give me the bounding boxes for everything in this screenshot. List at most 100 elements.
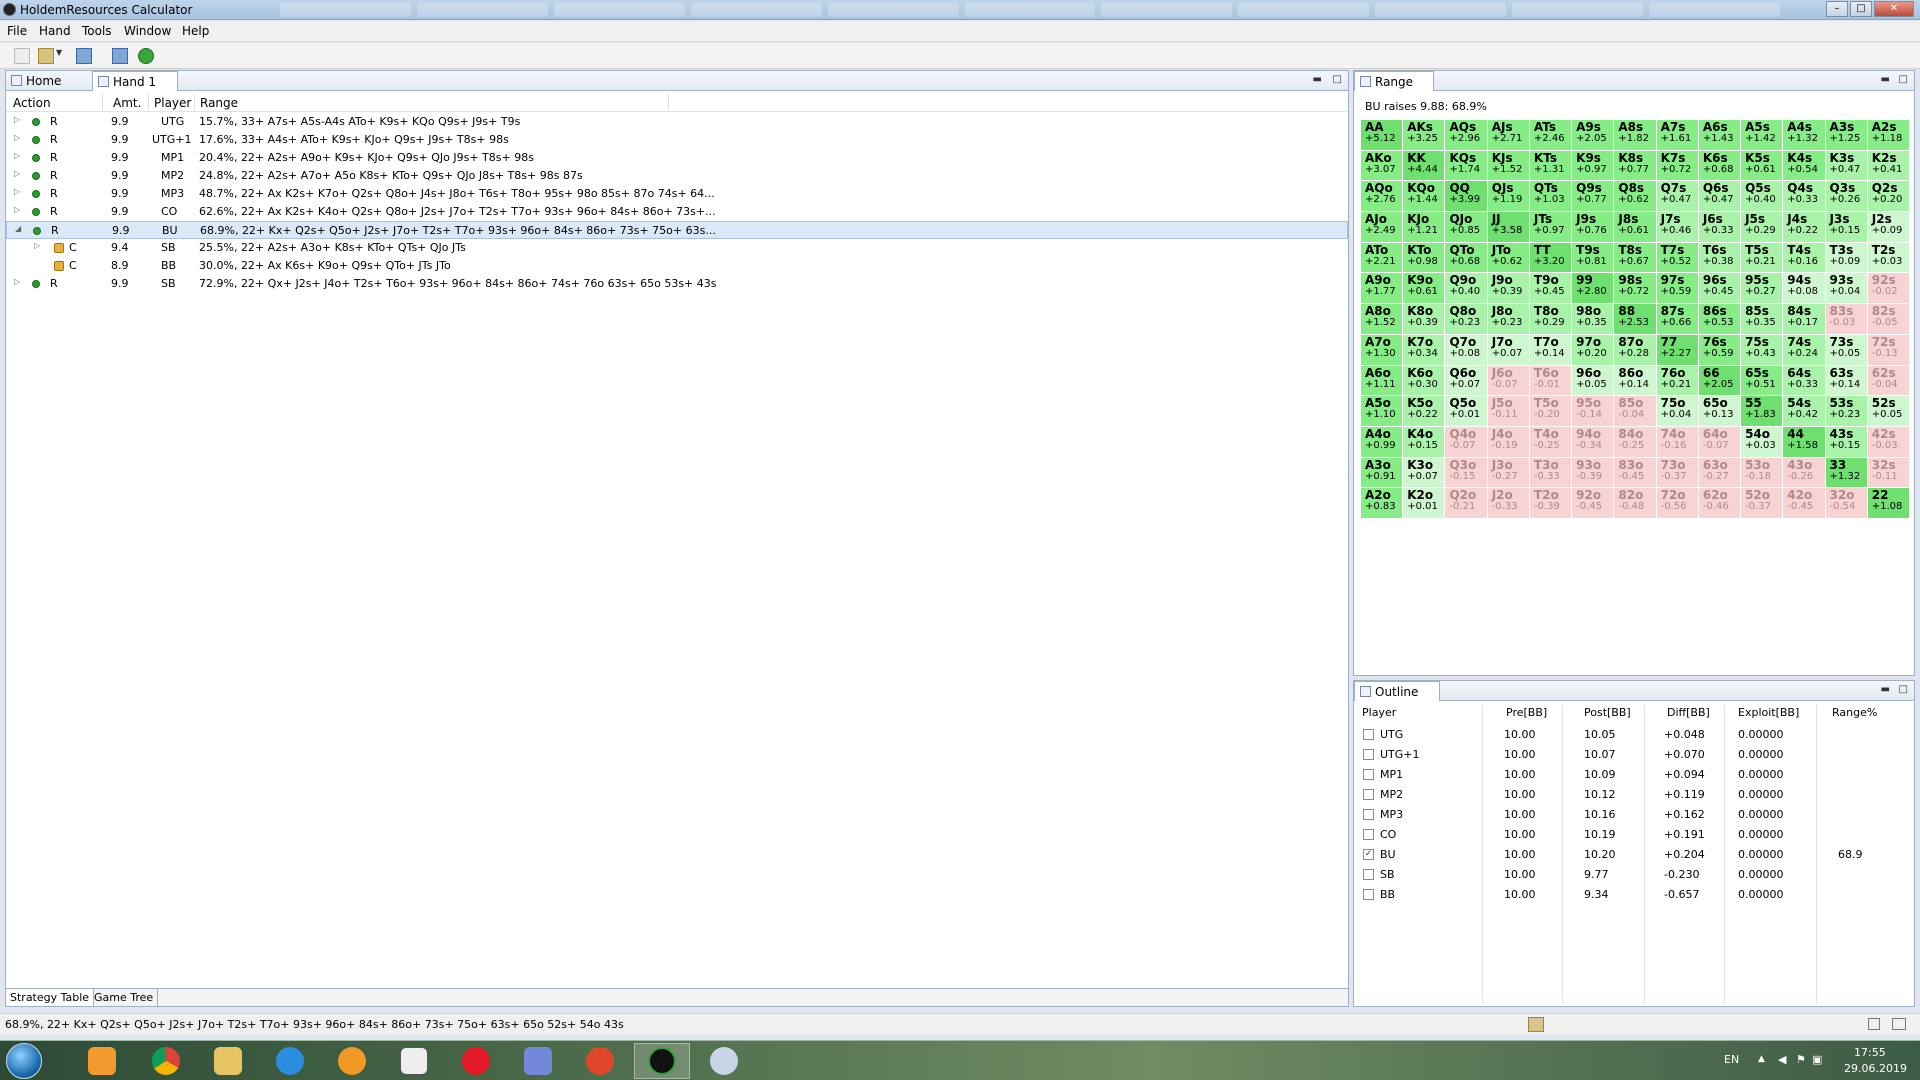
export-icon[interactable] <box>112 48 128 64</box>
col-amt[interactable]: Amt. <box>113 96 141 110</box>
maximize-button[interactable]: □ <box>1850 1 1872 17</box>
tab-outline[interactable]: Outline <box>1354 681 1440 701</box>
hand-cell[interactable]: KJs +1.52 <box>1487 150 1529 181</box>
opera-app[interactable] <box>448 1043 504 1079</box>
restore-icon[interactable] <box>1868 1018 1880 1030</box>
col-player[interactable]: Player <box>154 96 191 110</box>
hand-cell[interactable]: 42s -0.03 <box>1867 426 1909 457</box>
hand-cell[interactable]: 52s +0.05 <box>1867 396 1909 426</box>
hand-cell[interactable]: 74o -0.16 <box>1656 426 1698 457</box>
hand-cell[interactable]: Q5o +0.01 <box>1445 396 1487 426</box>
hand-cell[interactable]: J9o +0.39 <box>1487 273 1529 304</box>
hand-cell[interactable]: 54o +0.03 <box>1741 426 1783 457</box>
hand-cell[interactable]: QTs +1.03 <box>1529 181 1572 212</box>
hand-cell[interactable]: K4s +0.54 <box>1783 150 1825 181</box>
maximize-view-icon[interactable]: □ <box>1899 74 1908 85</box>
hand-cell[interactable]: Q7s +0.47 <box>1656 181 1698 212</box>
table-row[interactable]: ▷ R 9.9 MP1 20.4%, 22+ A2s+ A9o+ K9s+ KJo+ Q… <box>6 149 1348 167</box>
hand-cell[interactable]: K2s +0.41 <box>1867 150 1909 181</box>
hand-cell[interactable]: K9s +0.97 <box>1572 150 1614 181</box>
hand-cell[interactable]: Q2s +0.20 <box>1867 181 1909 212</box>
hand-cell[interactable]: A9s +2.05 <box>1572 120 1614 150</box>
hand-cell[interactable]: ATs +2.46 <box>1529 120 1572 150</box>
hand-cell[interactable]: 42o -0.45 <box>1783 488 1825 518</box>
table-row[interactable]: ▷ R 9.9 CO 62.6%, 22+ Ax K2s+ K4o+ Q2s+ Q8o+… <box>6 203 1348 221</box>
hand-cell[interactable]: K7o +0.34 <box>1403 334 1445 365</box>
hand-cell[interactable]: A5o +1.10 <box>1361 396 1403 426</box>
minimize-view-icon[interactable]: ▬ <box>1881 74 1890 85</box>
hand-cell[interactable]: Q9o +0.40 <box>1445 273 1487 304</box>
hand-cell[interactable]: J2o -0.33 <box>1487 488 1529 518</box>
hand-cell[interactable]: J5o -0.11 <box>1487 396 1529 426</box>
hand-cell[interactable]: 99 +2.80 <box>1572 273 1614 304</box>
hand-cell[interactable]: AKo +3.07 <box>1361 150 1403 181</box>
minimize-view-icon[interactable]: ▬ <box>1313 74 1322 85</box>
col-range[interactable]: Range <box>200 96 238 110</box>
hand-cell[interactable]: T9o +0.45 <box>1529 273 1572 304</box>
hand-cell[interactable]: K8o +0.39 <box>1403 304 1445 334</box>
hand-cell[interactable]: K5s +0.61 <box>1741 150 1783 181</box>
menu-window[interactable]: Window <box>124 24 171 38</box>
hand-cell[interactable]: A5s +1.42 <box>1741 120 1783 150</box>
hand-cell[interactable]: T6s +0.38 <box>1698 242 1741 273</box>
hand-cell[interactable]: Q8o +0.23 <box>1445 304 1487 334</box>
hand-cell[interactable]: 32o -0.54 <box>1825 488 1867 518</box>
hand-cell[interactable]: T4s +0.16 <box>1783 242 1825 273</box>
explorer-app[interactable] <box>200 1043 256 1079</box>
hand-cell[interactable]: T8o +0.29 <box>1529 304 1572 334</box>
hand-cell[interactable]: 54s +0.42 <box>1783 396 1825 426</box>
hand-cell[interactable]: JTo +0.62 <box>1487 242 1529 273</box>
table-row[interactable]: ▷ R 9.9 UTG 15.7%, 33+ A7s+ A5s-A4s ATo+ K9s… <box>6 113 1348 131</box>
hand-cell[interactable]: QJo +0.85 <box>1445 212 1487 242</box>
player-checkbox[interactable] <box>1363 789 1374 800</box>
hand-cell[interactable]: 65o +0.13 <box>1698 396 1741 426</box>
col-action[interactable]: Action <box>13 96 51 110</box>
menu-file[interactable]: File <box>7 24 27 38</box>
hand-cell[interactable]: J4o -0.19 <box>1487 426 1529 457</box>
hand-cell[interactable]: AA +5.12 <box>1361 120 1403 150</box>
hand-cell[interactable]: 44 +1.58 <box>1783 426 1825 457</box>
table-row[interactable]: ▷ R 9.9 UTG+1 17.6%, 33+ A4s+ ATo+ K9s+ KJo+… <box>6 131 1348 149</box>
network-icon[interactable]: ▣ <box>1812 1053 1822 1066</box>
hand-cell[interactable]: J5s +0.29 <box>1741 212 1783 242</box>
hand-cell[interactable]: A7s +1.61 <box>1656 120 1698 150</box>
table-row[interactable]: ▷ C 9.4 SB 25.5%, 22+ A2s+ A3o+ K8s+ KTo+ QT… <box>6 239 1348 257</box>
hand-cell[interactable]: 65s +0.51 <box>1741 365 1783 396</box>
hand-cell[interactable]: A8s +1.82 <box>1614 120 1656 150</box>
hand-cell[interactable]: 52o -0.37 <box>1741 488 1783 518</box>
hand-cell[interactable]: 63s +0.14 <box>1825 365 1867 396</box>
table-row[interactable]: ▷ R 9.9 MP3 48.7%, 22+ Ax K2s+ K7o+ Q2s+ Q8o… <box>6 185 1348 203</box>
table-row[interactable]: ▷ R 9.9 SB 72.9%, 22+ Qx+ J2s+ J4o+ T2s+ T6o… <box>6 275 1348 293</box>
col-range-pct[interactable]: Range% <box>1832 706 1877 719</box>
hand-cell[interactable]: 72s -0.13 <box>1867 334 1909 365</box>
volume-icon[interactable]: ◀ <box>1778 1053 1786 1066</box>
hand-cell[interactable]: T2s +0.03 <box>1867 242 1909 273</box>
player-checkbox[interactable] <box>1363 809 1374 820</box>
hand-cell[interactable]: T7o +0.14 <box>1529 334 1572 365</box>
hand-cell[interactable]: 85o -0.04 <box>1614 396 1656 426</box>
hand-cell[interactable]: AKs +3.25 <box>1403 120 1445 150</box>
hand-cell[interactable]: 94s +0.08 <box>1783 273 1825 304</box>
hand-cell[interactable]: Q3s +0.26 <box>1825 181 1867 212</box>
player-checkbox[interactable] <box>1363 769 1374 780</box>
maximize-view-icon[interactable]: □ <box>1899 684 1908 695</box>
hand-cell[interactable]: A4o +0.99 <box>1361 426 1403 457</box>
hand-cell[interactable]: JTs +0.97 <box>1529 212 1572 242</box>
hand-cell[interactable]: AQs +2.96 <box>1445 120 1487 150</box>
hand-cell[interactable]: A2s +1.18 <box>1867 120 1909 150</box>
hand-cell[interactable]: KQo +1.44 <box>1403 181 1445 212</box>
hand-cell[interactable]: K7s +0.72 <box>1656 150 1698 181</box>
hand-cell[interactable]: T5o -0.20 <box>1529 396 1572 426</box>
hand-cell[interactable]: T4o -0.25 <box>1529 426 1572 457</box>
hand-cell[interactable]: 95s +0.27 <box>1741 273 1783 304</box>
player-checkbox[interactable] <box>1363 889 1374 900</box>
hand-cell[interactable]: 95o -0.14 <box>1572 396 1614 426</box>
hand-cell[interactable]: T2o -0.39 <box>1529 488 1572 518</box>
hand-cell[interactable]: J9s +0.76 <box>1572 212 1614 242</box>
minimize-button[interactable]: – <box>1826 1 1848 17</box>
lock-icon[interactable] <box>54 261 64 271</box>
hand-cell[interactable]: 76s +0.59 <box>1698 334 1741 365</box>
hand-cell[interactable]: J6s +0.33 <box>1698 212 1741 242</box>
hand-cell[interactable]: 88 +2.53 <box>1614 304 1656 334</box>
hand-cell[interactable]: J7o +0.07 <box>1487 334 1529 365</box>
